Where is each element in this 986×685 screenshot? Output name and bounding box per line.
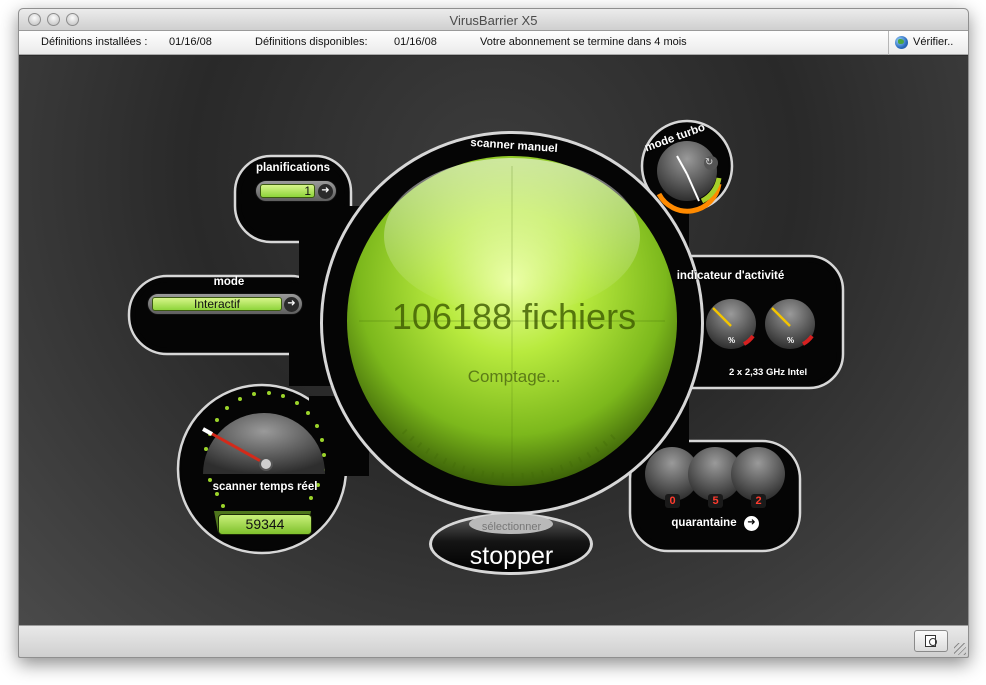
- quarantine-label[interactable]: quarantaine: [669, 517, 739, 529]
- cpu2-percent: %: [787, 336, 795, 345]
- file-count: 106188 fichiers: [391, 296, 637, 337]
- schedules-count: 1: [260, 184, 315, 198]
- arrow-right-icon[interactable]: ➜: [318, 184, 333, 199]
- scan-status: Comptage...: [467, 367, 561, 386]
- mode-value: Interactif: [152, 297, 282, 311]
- refresh-icon[interactable]: ↻: [705, 157, 713, 168]
- arrow-right-icon[interactable]: ➜: [284, 297, 299, 312]
- quarantine-count-2: 5: [708, 494, 723, 508]
- available-definitions-date: 01/16/08: [394, 36, 437, 48]
- title-bar: VirusBarrier X5: [19, 9, 968, 31]
- verify-label: Vérifier..: [913, 36, 954, 48]
- installed-definitions-date: 01/16/08: [169, 36, 212, 48]
- activity-indicator-label: indicateur d'activité: [676, 270, 785, 282]
- mode-selector[interactable]: Interactif ➜: [147, 293, 303, 315]
- globe-icon: [895, 36, 908, 49]
- select-label[interactable]: sélectionner: [430, 521, 593, 533]
- subscription-status: Votre abonnement se termine dans 4 mois: [480, 36, 687, 48]
- mode-label: mode: [213, 276, 245, 288]
- definitions-info-bar: Définitions installées : 01/16/08 Défini…: [19, 31, 968, 55]
- log-viewer-button[interactable]: [914, 630, 948, 652]
- app-window: VirusBarrier X5 Définitions installées :…: [18, 8, 969, 658]
- quarantine-count-3: 2: [751, 494, 766, 508]
- status-bar: [19, 625, 968, 657]
- schedules-label: planifications: [255, 162, 331, 174]
- arrow-right-icon[interactable]: ➜: [744, 516, 759, 531]
- window-title: VirusBarrier X5: [449, 13, 538, 28]
- schedules-field[interactable]: 1 ➜: [255, 180, 337, 202]
- dashboard: planifications 1 ➜ mode Interactif ➜ sca…: [19, 56, 968, 627]
- realtime-scan-count: 59344: [218, 514, 312, 535]
- cpu1-percent: %: [728, 336, 736, 345]
- cpu-info: 2 x 2,33 GHz Intel: [729, 367, 808, 378]
- realtime-scanner-label: scanner temps réel: [212, 481, 318, 493]
- stop-button[interactable]: sélectionner stopper: [430, 514, 593, 582]
- stop-label: stopper: [469, 542, 554, 570]
- log-viewer-icon: [925, 635, 937, 647]
- installed-definitions-label: Définitions installées :: [41, 36, 148, 48]
- available-definitions-label: Définitions disponibles:: [255, 36, 368, 48]
- verify-button[interactable]: Vérifier..: [888, 31, 968, 55]
- resize-grip-icon[interactable]: [954, 643, 966, 655]
- quarantine-count-1: 0: [665, 494, 680, 508]
